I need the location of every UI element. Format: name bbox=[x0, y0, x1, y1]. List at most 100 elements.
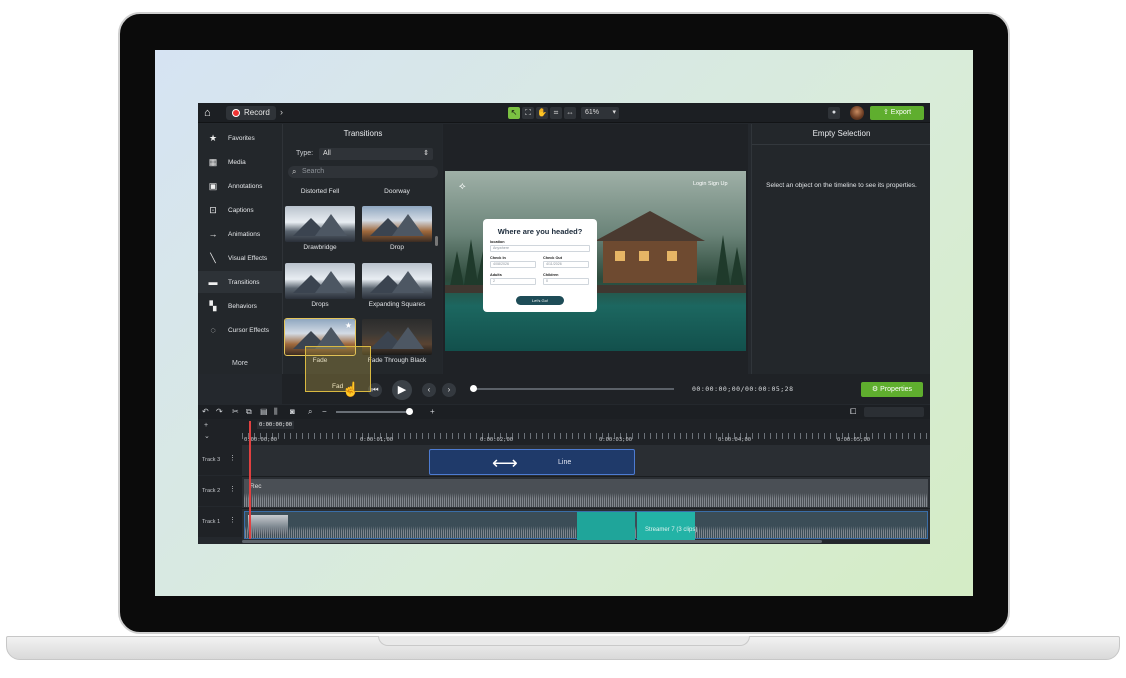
split-icon[interactable]: ⫼ bbox=[274, 407, 278, 417]
sidebar-item-media[interactable]: ▦ Media bbox=[198, 151, 282, 173]
add-track-icon[interactable]: + bbox=[204, 422, 208, 429]
children-field: 0 bbox=[543, 278, 589, 285]
search-input[interactable]: ⌕ Search bbox=[288, 166, 438, 178]
zoom-icon[interactable]: ⌕ bbox=[308, 407, 312, 417]
transition-label: Expanding Squares bbox=[368, 301, 426, 308]
field-label: Check In bbox=[490, 256, 506, 260]
chevron-updown-icon: ⇕ bbox=[423, 150, 429, 157]
sidebar-item-favorites[interactable]: ★ Favorites bbox=[198, 127, 282, 149]
select-tool-icon[interactable]: ↖ bbox=[508, 107, 520, 119]
track-name: Track 3 bbox=[202, 457, 221, 463]
export-button[interactable]: ⇪ Export bbox=[870, 106, 924, 120]
transition-thumb-drops[interactable] bbox=[285, 263, 355, 299]
canvas-tools: ↖ ⛶ ✋ ⌗ ⇔ bbox=[508, 107, 576, 119]
track-header-1[interactable]: Track 1 ⋮ bbox=[198, 507, 242, 537]
zoom-select[interactable]: 61% ▾ bbox=[581, 107, 619, 119]
zoom-out-icon[interactable]: − bbox=[322, 407, 327, 416]
sidebar-item-annotations[interactable]: ▣ Annotations bbox=[198, 175, 282, 197]
sidebar-item-transitions[interactable]: ▬ Transitions bbox=[198, 271, 282, 293]
timeline-search[interactable] bbox=[864, 407, 924, 417]
clip-rec-audio[interactable]: Rec bbox=[244, 479, 928, 507]
prev-frame-icon[interactable]: ‹ bbox=[422, 383, 436, 397]
laptop-notch bbox=[378, 636, 750, 646]
checkout-field: 4/11/2026 bbox=[543, 261, 589, 268]
track-name: Track 2 bbox=[202, 488, 221, 494]
collapse-icon[interactable]: ⌄ bbox=[204, 432, 210, 440]
lock-icon[interactable]: ⋮ bbox=[229, 516, 236, 524]
lock-icon[interactable]: ⋮ bbox=[229, 485, 236, 493]
microphone-icon[interactable]: ● bbox=[828, 107, 840, 119]
transition-thumb-expanding-squares[interactable] bbox=[362, 263, 432, 299]
sidebar-item-captions[interactable]: ⊡ Captions bbox=[198, 199, 282, 221]
sidebar-item-behaviors[interactable]: ▚ Behaviors bbox=[198, 295, 282, 317]
timeline-ruler[interactable]: 0:00:00;00 0:00:01;00 0:00:02;00 0:00:03… bbox=[242, 419, 930, 445]
search-icon: ⌕ bbox=[292, 167, 297, 176]
lock-icon[interactable]: ⋮ bbox=[229, 454, 236, 462]
transition-label: Fade Through Black bbox=[367, 357, 427, 364]
scrub-bar[interactable] bbox=[472, 388, 674, 390]
record-button[interactable]: Record bbox=[226, 106, 276, 120]
more-button[interactable]: More bbox=[232, 360, 248, 367]
favorite-star-icon[interactable]: ★ bbox=[345, 321, 352, 330]
clip-track1[interactable]: Streamer 7 (3 clips) bbox=[244, 511, 928, 540]
sidebar-item-visual-effects[interactable]: ╲ Visual Effects bbox=[198, 247, 282, 269]
cut-icon[interactable]: ✂ bbox=[232, 407, 239, 416]
detach-icon[interactable]: ⧠ bbox=[850, 407, 856, 417]
lets-go-button: Let's Go! bbox=[516, 296, 564, 305]
play-button[interactable]: ▶ bbox=[392, 380, 412, 400]
sidebar-item-label: Behaviors bbox=[228, 302, 257, 310]
paste-icon[interactable]: ▤ bbox=[260, 407, 268, 416]
pan-tool-icon[interactable]: ✋ bbox=[536, 107, 548, 119]
animation-icon: → bbox=[208, 229, 218, 239]
crop-tool-icon[interactable]: ⌗ bbox=[550, 107, 562, 119]
export-label: Export bbox=[890, 109, 912, 116]
scrub-handle[interactable] bbox=[470, 385, 477, 392]
chevron-right-icon[interactable]: › bbox=[280, 107, 283, 117]
sidebar-item-cursor-effects[interactable]: ◌ Cursor Effects bbox=[198, 319, 282, 341]
playback-bar: ⏮ ▶ ‹ › 00:00:00;00/00:00:05;28 ⚙ Proper… bbox=[282, 374, 930, 404]
fit-tool-icon[interactable]: ⛶ bbox=[522, 107, 534, 119]
next-frame-icon[interactable]: › bbox=[442, 383, 456, 397]
transition-thumb-fade-through-black[interactable] bbox=[362, 319, 432, 355]
track-header-3[interactable]: Track 3 ⋮ bbox=[198, 445, 242, 475]
ruler-label: 0:00:03;00 bbox=[599, 437, 633, 443]
video-preview[interactable]: ⟡ Login Sign Up Where are you headed? lo… bbox=[445, 171, 746, 351]
timeline-toolbar: ↶ ↷ ✂ ⧉ ▤ ⫼ ◙ ⌕ − + ⧠ bbox=[198, 405, 930, 419]
properties-label: Properties bbox=[880, 386, 913, 393]
site-logo-icon: ⟡ bbox=[459, 181, 466, 192]
properties-button[interactable]: ⚙ Properties bbox=[861, 382, 923, 397]
camera-icon[interactable]: ◙ bbox=[290, 407, 295, 416]
redo-icon[interactable]: ↷ bbox=[216, 407, 223, 416]
undo-icon[interactable]: ↶ bbox=[202, 407, 209, 416]
field-label: Adults bbox=[490, 273, 502, 277]
resize-tool-icon[interactable]: ⇔ bbox=[564, 107, 576, 119]
modal-title: Where are you headed? bbox=[497, 227, 583, 236]
top-toolbar: ⌂ Record › ↖ ⛶ ✋ ⌗ ⇔ 61% ▾ ● ⇪ Export bbox=[198, 103, 930, 123]
transition-label: Doorway bbox=[384, 188, 410, 195]
booking-modal: Where are you headed? location Anywhere … bbox=[483, 219, 597, 312]
timeline-zoom-handle[interactable] bbox=[406, 408, 413, 415]
clip-streamer-a[interactable] bbox=[577, 512, 635, 540]
zoom-in-icon[interactable]: + bbox=[430, 407, 435, 416]
timeline-zoom-slider[interactable] bbox=[336, 411, 412, 413]
clip-line[interactable]: ⟷ Line bbox=[429, 449, 635, 475]
timeline-scrollbar[interactable] bbox=[242, 540, 822, 543]
ruler-label: 0:00:02;00 bbox=[480, 437, 514, 443]
playhead[interactable] bbox=[249, 421, 251, 539]
panel-scrollbar[interactable] bbox=[435, 236, 438, 246]
properties-message: Select an object on the timeline to see … bbox=[766, 182, 917, 189]
divider bbox=[752, 144, 930, 145]
sidebar-item-animations[interactable]: → Animations bbox=[198, 223, 282, 245]
gear-icon: ⚙ bbox=[871, 386, 881, 393]
transition-thumb-drawbridge[interactable] bbox=[285, 206, 355, 242]
clip-streamer-b[interactable] bbox=[637, 512, 695, 540]
transition-thumb-drop[interactable] bbox=[362, 206, 432, 242]
copy-icon[interactable]: ⧉ bbox=[246, 407, 252, 417]
avatar[interactable] bbox=[850, 106, 864, 120]
home-icon[interactable]: ⌂ bbox=[204, 107, 216, 119]
track-header-2[interactable]: Track 2 ⋮ bbox=[198, 476, 242, 506]
record-dot-icon bbox=[232, 109, 240, 117]
ruler-ticks bbox=[242, 433, 930, 439]
track-add-controls: + ⌄ bbox=[198, 419, 242, 445]
type-select[interactable]: All ⇕ bbox=[319, 148, 433, 160]
